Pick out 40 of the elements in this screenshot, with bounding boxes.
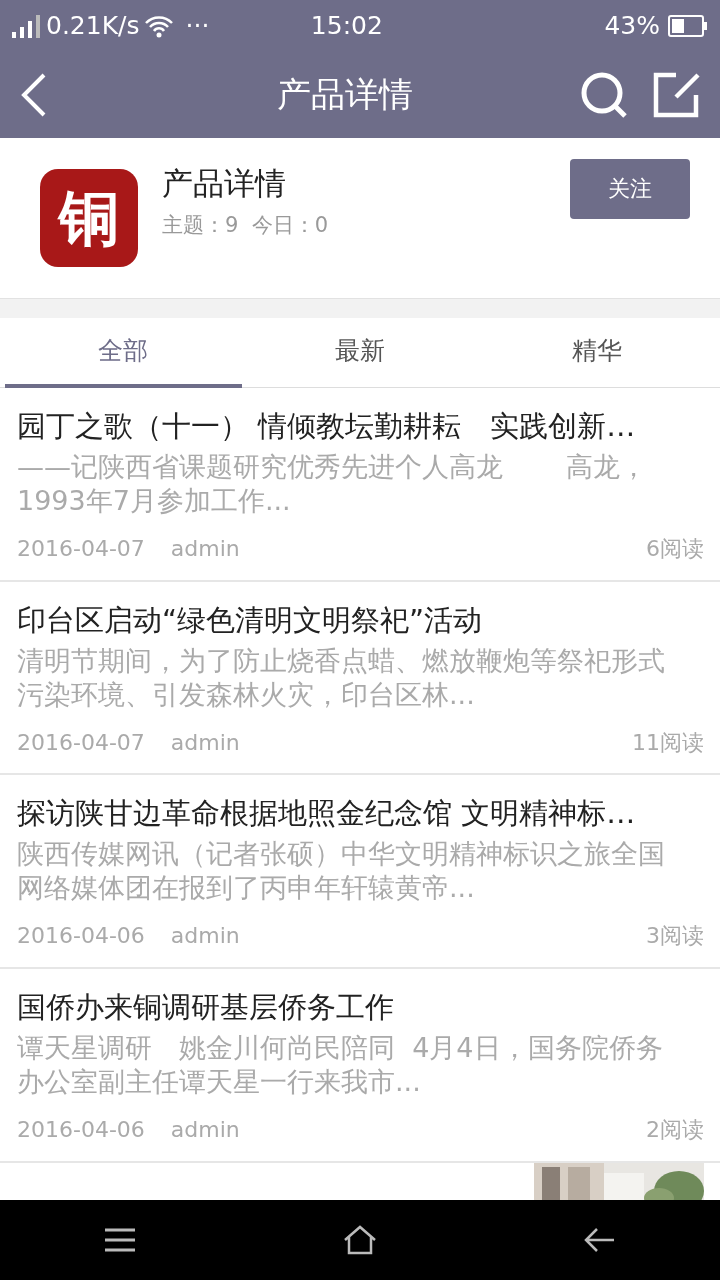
- read-count: 6阅读: [646, 534, 704, 563]
- back-icon[interactable]: [584, 1227, 617, 1253]
- post-author: admin: [170, 922, 240, 951]
- read-count: 11阅读: [632, 728, 704, 757]
- wifi-icon: [143, 13, 174, 38]
- post-date: 2016-04-06: [17, 922, 145, 951]
- read-count: 3阅读: [646, 922, 704, 951]
- network-speed: 0.21K/s: [46, 10, 140, 43]
- post-title: 印台区启动“绿色清明文明祭祀”活动: [17, 601, 484, 639]
- more-dots: ···: [185, 10, 210, 43]
- post-author: admin: [170, 534, 240, 563]
- home-icon[interactable]: [343, 1225, 377, 1255]
- read-count: 2阅读: [646, 1116, 704, 1145]
- follow-button[interactable]: 关注: [570, 158, 690, 219]
- post-date: 2016-04-07: [17, 728, 145, 757]
- tab[interactable]: 精华: [478, 317, 715, 388]
- search-icon[interactable]: [580, 70, 628, 119]
- forum-stats: 主题：9 今日：0: [162, 212, 330, 240]
- post-date: 2016-04-07: [17, 534, 145, 563]
- menu-icon[interactable]: [103, 1227, 136, 1253]
- tab[interactable]: 最新: [241, 317, 479, 388]
- forum-name: 产品详情: [162, 163, 287, 203]
- post-author: admin: [170, 1116, 240, 1145]
- page-title: 产品详情: [276, 73, 414, 117]
- battery-percent: 43%: [604, 10, 660, 43]
- post-summary: 清明节期间，为了防止烧香点蜡、燃放鞭炮等祭祀形式污染环境、引发森林火灾，印台区林...: [17, 643, 666, 712]
- post-summary: 陕西传媒网讯（记者张硕）中华文明精神标识之旅全国网络媒体团在报到了丙申年轩辕黄帝...: [17, 837, 666, 906]
- post-title: 国侨办来铜调研基层侨务工作: [17, 989, 395, 1027]
- forum-logo: 铜: [40, 168, 138, 267]
- battery-icon: [668, 13, 708, 38]
- post-title: 园丁之歌（十一） 情倾教坛勤耕耘 实践创新…: [17, 407, 637, 445]
- edit-icon[interactable]: [652, 70, 700, 119]
- post-date: 2016-04-06: [17, 1116, 145, 1145]
- status-time: 15:02: [309, 10, 384, 43]
- post-author: admin: [170, 728, 240, 757]
- post-summary: 谭天星调研 姚金川何尚民陪同 4月4日，国务院侨务办公室副主任谭天星一行来我市...: [17, 1031, 664, 1100]
- post-summary: ——记陕西省课题研究优秀先进个人高龙 高龙，1993年7月参加工作...: [17, 449, 648, 518]
- signal-icon: [12, 13, 42, 38]
- post-title: 探访陕甘边革命根据地照金纪念馆 文明精神标…: [17, 795, 637, 833]
- tab[interactable]: 全部: [5, 317, 242, 388]
